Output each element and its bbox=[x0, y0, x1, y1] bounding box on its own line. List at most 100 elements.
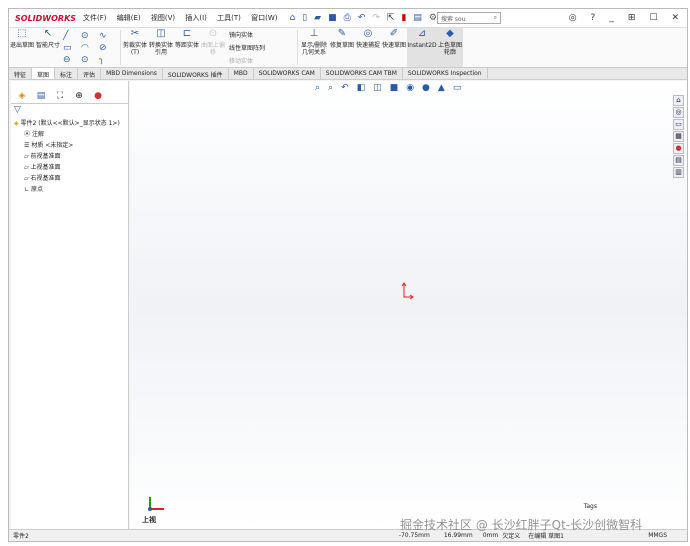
quick-snaps-button[interactable]: ◎ 快速捕捉 bbox=[355, 28, 381, 67]
hide-show-icon[interactable]: ◉ bbox=[406, 83, 414, 93]
view-palette-icon[interactable]: ▦ bbox=[673, 131, 684, 142]
menu-insert[interactable]: 插入(I) bbox=[185, 14, 207, 22]
user-icon[interactable]: ◎ bbox=[569, 13, 577, 23]
surface-offset-button[interactable]: ⊙ 曲面上偏移 bbox=[200, 28, 226, 67]
undo-icon[interactable]: ↶ bbox=[358, 13, 366, 23]
display-manager-tab-icon[interactable]: ● bbox=[90, 91, 106, 103]
display-style-icon[interactable]: ■ bbox=[390, 83, 399, 93]
exit-sketch-button[interactable]: ⬚ 退出草图 bbox=[9, 28, 35, 67]
instant2d-button[interactable]: ⊿ Instant2D bbox=[407, 28, 437, 67]
filter-icon[interactable]: ▽ bbox=[11, 104, 128, 116]
previous-view-icon[interactable]: ↶ bbox=[341, 83, 349, 93]
options-gear-icon[interactable]: ⚙ bbox=[429, 13, 437, 23]
solidworks-window: SOLIDWORKS 文件(F) 编辑(E) 视图(V) 插入(I) 工具(T)… bbox=[8, 8, 688, 542]
restore-button[interactable]: ⊞ bbox=[628, 13, 636, 23]
home-icon[interactable]: ⌂ bbox=[290, 13, 296, 23]
search-input[interactable]: 搜索 sou ⌕ bbox=[437, 12, 501, 24]
tab-cam-tbm[interactable]: SOLIDWORKS CAM TBM bbox=[321, 68, 403, 79]
appearances-icon[interactable]: ● bbox=[673, 143, 684, 154]
save-icon[interactable]: ■ bbox=[328, 13, 337, 23]
forum-icon[interactable]: ▥ bbox=[673, 167, 684, 178]
mirror-entities-button[interactable]: 镜向实体 bbox=[229, 30, 293, 39]
convert-entities-button[interactable]: ◫ 转换实体引用 bbox=[148, 28, 174, 67]
instant2d-icon: ⊿ bbox=[417, 28, 427, 39]
open-icon[interactable]: ▰ bbox=[314, 13, 321, 23]
plane-icon: ▱ bbox=[24, 175, 29, 182]
tree-item-front-plane[interactable]: ▱ 前视基准面 bbox=[14, 151, 125, 162]
convert-icon: ◫ bbox=[156, 28, 166, 39]
ellipse-icon[interactable]: ⊘ bbox=[99, 43, 117, 53]
arc-icon[interactable]: ◠ bbox=[81, 43, 99, 53]
menu-view[interactable]: 视图(V) bbox=[151, 14, 175, 22]
polygon-icon[interactable]: ⊙ bbox=[81, 55, 99, 65]
panel-tabs: ◈ ▤ ⛶ ⊕ ● bbox=[11, 91, 128, 104]
redo-icon[interactable]: ↷ bbox=[372, 13, 380, 23]
minimize-button[interactable]: _ bbox=[609, 13, 614, 23]
graphics-area[interactable]: ⌕ ⌕ ↶ ◧ ◫ ■ ◉ ● ▲ ▭ ⌂ ◎ ▭ ▦ ● ▤ ▥ 上视 Tags bbox=[130, 81, 687, 529]
menu-file[interactable]: 文件(F) bbox=[83, 14, 107, 22]
rapid-sketch-button[interactable]: ✐ 快速草图 bbox=[381, 28, 407, 67]
shaded-sketch-contours-button[interactable]: ◆ 上色草图轮廓 bbox=[437, 28, 463, 67]
file-explorer-icon[interactable]: ▭ bbox=[673, 119, 684, 130]
move-entities-button[interactable]: 移动实体 bbox=[229, 56, 293, 65]
menu-tools[interactable]: 工具(T) bbox=[217, 14, 241, 22]
slot-icon[interactable]: ⊖ bbox=[63, 55, 81, 65]
dimxpert-tab-icon[interactable]: ⊕ bbox=[71, 91, 87, 103]
search-icon: ⌕ bbox=[493, 14, 497, 21]
tab-markup[interactable]: 标注 bbox=[55, 68, 79, 79]
z-coordinate: 0mm bbox=[482, 532, 499, 539]
display-delete-relations-button[interactable]: ⊥ 显示/删除几何关系 bbox=[299, 28, 329, 67]
view-settings-icon[interactable]: ▭ bbox=[453, 83, 462, 93]
maximize-button[interactable]: ☐ bbox=[649, 13, 657, 23]
tab-mbd[interactable]: MBD bbox=[229, 68, 254, 79]
scene-icon[interactable]: ▲ bbox=[438, 83, 445, 93]
repair-icon: ✎ bbox=[337, 28, 347, 39]
tree-root[interactable]: ◈ 零件2 (默认<<默认>_显示状态 1>) bbox=[14, 118, 125, 129]
configuration-manager-tab-icon[interactable]: ⛶ bbox=[52, 91, 68, 103]
trim-button[interactable]: ✂ 剪裁实体(T) bbox=[122, 28, 148, 67]
spline-icon[interactable]: ∿ bbox=[99, 31, 117, 41]
file-properties-icon[interactable]: ▤ bbox=[413, 13, 422, 23]
zoom-area-icon[interactable]: ⌕ bbox=[328, 83, 333, 93]
tab-features[interactable]: 特征 bbox=[9, 68, 33, 79]
tree-item-origin[interactable]: ∟ 原点 bbox=[14, 184, 125, 195]
help-icon[interactable]: ? bbox=[591, 13, 596, 23]
menu-window[interactable]: 窗口(W) bbox=[251, 14, 277, 22]
tab-sketch[interactable]: 草图 bbox=[32, 68, 56, 79]
select-icon[interactable]: ⇱ bbox=[387, 13, 395, 23]
fillet-icon[interactable]: ╮ bbox=[99, 55, 117, 65]
tree-item-annotations[interactable]: Ⓐ 注解 bbox=[14, 129, 125, 140]
watermark: 掘金技术社区 @ 长沙红胖子Qt-长沙创微智科 bbox=[400, 518, 643, 532]
custom-properties-icon[interactable]: ▤ bbox=[673, 155, 684, 166]
line-icon[interactable]: ╱ bbox=[63, 31, 81, 41]
tab-evaluate[interactable]: 评估 bbox=[78, 68, 102, 79]
offset-entities-button[interactable]: ⊏ 等距实体 bbox=[174, 28, 200, 67]
smart-dimension-button[interactable]: ↖ 智能尺寸 bbox=[35, 28, 61, 67]
tab-addins[interactable]: SOLIDWORKS 插件 bbox=[163, 68, 229, 79]
new-icon[interactable]: ▯ bbox=[302, 13, 307, 23]
zoom-to-fit-icon[interactable]: ⌕ bbox=[315, 83, 320, 93]
close-button[interactable]: ✕ bbox=[671, 13, 679, 23]
section-view-icon[interactable]: ◧ bbox=[357, 83, 366, 93]
rectangle-icon[interactable]: ▭ bbox=[63, 43, 81, 53]
tab-mbd-dimensions[interactable]: MBD Dimensions bbox=[101, 68, 163, 79]
circle-icon[interactable]: ⊙ bbox=[81, 31, 99, 41]
view-orientation-icon[interactable]: ◫ bbox=[373, 83, 382, 93]
tree-item-top-plane[interactable]: ▱ 上视基准面 bbox=[14, 162, 125, 173]
tree-item-material[interactable]: ☰ 材质 <未指定> bbox=[14, 140, 125, 151]
property-manager-tab-icon[interactable]: ▤ bbox=[33, 91, 49, 103]
resources-icon[interactable]: ⌂ bbox=[673, 95, 684, 106]
design-library-icon[interactable]: ◎ bbox=[673, 107, 684, 118]
appearance-icon[interactable]: ● bbox=[422, 83, 430, 93]
menu-edit[interactable]: 编辑(E) bbox=[117, 14, 141, 22]
units-selector[interactable]: MMGS bbox=[648, 532, 667, 539]
tree-item-right-plane[interactable]: ▱ 右视基准面 bbox=[14, 173, 125, 184]
tags-label[interactable]: Tags bbox=[584, 503, 597, 510]
tab-inspection[interactable]: SOLIDWORKS Inspection bbox=[403, 68, 488, 79]
rebuild-icon[interactable]: ▮ bbox=[401, 13, 406, 23]
repair-sketch-button[interactable]: ✎ 修复草图 bbox=[329, 28, 355, 67]
linear-pattern-button[interactable]: 线性草图阵列 bbox=[229, 43, 293, 52]
feature-manager-tab-icon[interactable]: ◈ bbox=[14, 91, 30, 103]
print-icon[interactable]: ⎙ bbox=[344, 13, 351, 23]
tab-cam[interactable]: SOLIDWORKS CAM bbox=[254, 68, 321, 79]
